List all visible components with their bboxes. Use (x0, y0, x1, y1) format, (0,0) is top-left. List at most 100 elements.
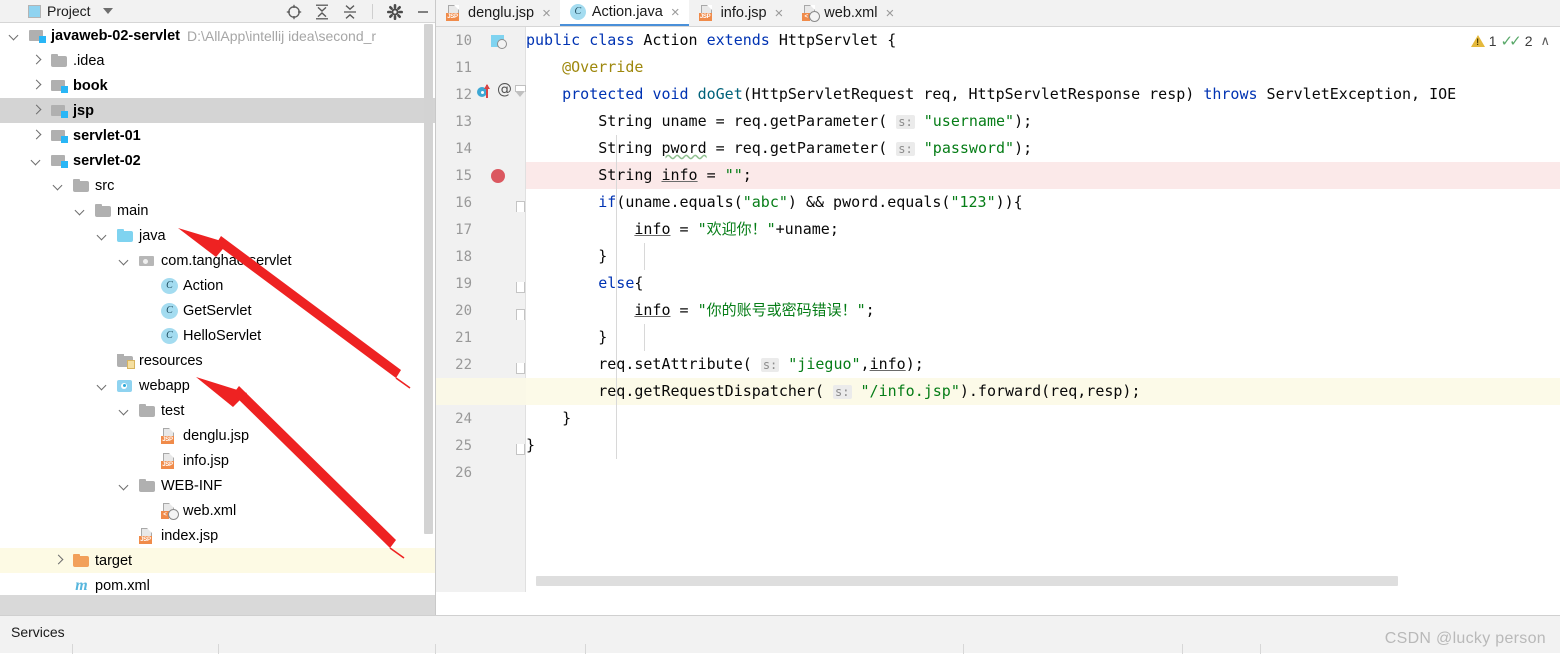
gutter-line[interactable]: 14 (436, 135, 526, 162)
tree-node-getservlet[interactable]: CGetServlet (0, 298, 435, 323)
tree-node-denglu-jsp[interactable]: JSPdenglu.jsp (0, 423, 435, 448)
tree-node-servlet-02[interactable]: servlet-02 (0, 148, 435, 173)
chevron-down-icon[interactable] (8, 29, 21, 42)
close-icon[interactable]: × (542, 6, 551, 21)
project-tree-scrollbar-thumb[interactable] (424, 24, 433, 534)
editor-tab-info-jsp[interactable]: JSPinfo.jsp× (689, 0, 793, 26)
gutter-line[interactable]: 11 (436, 54, 526, 81)
code-editor[interactable]: 1011121314151617181920212223242526 @ (436, 27, 1560, 592)
chevron-down-icon[interactable] (74, 204, 87, 217)
gear-icon[interactable] (387, 4, 403, 20)
gutter-line[interactable]: 25 (436, 432, 526, 459)
close-icon[interactable]: × (775, 6, 784, 21)
annotation-gutter-icon[interactable]: @ (497, 80, 512, 98)
chevron-down-icon[interactable] (118, 479, 131, 492)
tree-node-src[interactable]: src (0, 173, 435, 198)
tree-node--idea[interactable]: .idea (0, 48, 435, 73)
tree-node-helloservlet[interactable]: CHelloServlet (0, 323, 435, 348)
gutter-line[interactable]: 17 (436, 216, 526, 243)
web-mapping-icon[interactable] (491, 35, 507, 49)
project-tree-scrollbar[interactable] (423, 24, 434, 614)
services-tool-window-button[interactable]: Services (11, 624, 65, 640)
tree-node-target[interactable]: target (0, 548, 435, 573)
chevron-down-icon[interactable] (52, 179, 65, 192)
code-line-24[interactable]: } (526, 405, 571, 432)
code-line-19[interactable]: else{ (526, 270, 643, 297)
tree-node-main[interactable]: main (0, 198, 435, 223)
code-line-22[interactable]: req.setAttribute( s: "jieguo",info); (526, 351, 924, 378)
tree-node-book[interactable]: book (0, 73, 435, 98)
project-tree[interactable]: javaweb-02-servletD:\AllApp\intellij ide… (0, 23, 435, 615)
code-line-10[interactable]: public class Action extends HttpServlet … (526, 27, 896, 54)
chevron-down-icon[interactable] (96, 229, 109, 242)
gutter-line[interactable]: 19 (436, 270, 526, 297)
gutter-line[interactable]: 18 (436, 243, 526, 270)
gutter-line[interactable]: 21 (436, 324, 526, 351)
gutter-line[interactable]: 24 (436, 405, 526, 432)
tree-node-action[interactable]: CAction (0, 273, 435, 298)
overriding-method-icon[interactable] (477, 84, 493, 100)
chevron-right-icon[interactable] (30, 104, 43, 117)
chevron-right-icon[interactable] (30, 79, 43, 92)
tree-node-com-tanghao-servlet[interactable]: com.tanghao.servlet (0, 248, 435, 273)
editor-gutter[interactable]: 1011121314151617181920212223242526 (436, 27, 526, 592)
code-line-17[interactable]: info = "欢迎你！"+uname; (526, 216, 839, 243)
gutter-line[interactable]: 10 (436, 27, 526, 54)
fold-marker-line-19[interactable] (516, 309, 525, 320)
chevron-right-icon[interactable] (30, 129, 43, 142)
tree-node-javaweb-02-servlet[interactable]: javaweb-02-servletD:\AllApp\intellij ide… (0, 23, 435, 48)
close-icon[interactable]: × (885, 6, 894, 21)
expand-all-icon[interactable] (314, 4, 330, 20)
chevron-down-icon[interactable] (103, 8, 113, 14)
tree-node-java[interactable]: java (0, 223, 435, 248)
gutter-line[interactable]: 22 (436, 351, 526, 378)
tree-node-info-jsp[interactable]: JSPinfo.jsp (0, 448, 435, 473)
editor-tab-denglu-jsp[interactable]: JSPdenglu.jsp× (436, 0, 560, 26)
inspection-widget[interactable]: 1 ✓✓ 2 ∧ (1471, 33, 1550, 49)
chevron-down-icon[interactable] (118, 404, 131, 417)
minimize-icon[interactable] (415, 4, 431, 20)
fold-marker-line-18[interactable] (516, 282, 525, 293)
gutter-line[interactable]: 13 (436, 108, 526, 135)
close-icon[interactable]: × (671, 5, 680, 20)
tree-node-test[interactable]: test (0, 398, 435, 423)
chevron-down-icon[interactable] (30, 154, 43, 167)
gutter-line[interactable]: 15 (436, 162, 526, 189)
project-title-group[interactable]: Project (28, 3, 113, 19)
tree-node-jsp[interactable]: jsp (0, 98, 435, 123)
chevron-down-icon[interactable] (118, 254, 131, 267)
gutter-line[interactable]: 20 (436, 297, 526, 324)
code-line-20[interactable]: info = "你的账号或密码错误！"; (526, 297, 875, 324)
fold-marker-line-16[interactable] (516, 201, 525, 212)
tree-node-servlet-01[interactable]: servlet-01 (0, 123, 435, 148)
tree-node-resources[interactable]: resources (0, 348, 435, 373)
editor-tab-bar[interactable]: JSPdenglu.jsp×CAction.java×JSPinfo.jsp×<… (436, 0, 1560, 27)
editor-tab-web-xml[interactable]: <web.xml× (792, 0, 903, 26)
chevron-right-icon[interactable] (30, 54, 43, 67)
tree-node-web-xml[interactable]: <web.xml (0, 498, 435, 523)
editor-tab-action-java[interactable]: CAction.java× (560, 0, 689, 26)
fold-marker-line-21[interactable] (516, 363, 525, 374)
code-line-21[interactable]: } (526, 324, 607, 351)
collapse-inspections-icon[interactable]: ∧ (1540, 33, 1550, 49)
chevron-right-icon[interactable] (52, 554, 65, 567)
locate-icon[interactable] (286, 4, 302, 20)
code-line-16[interactable]: if(uname.equals("abc") && pword.equals("… (526, 189, 1023, 216)
code-line-15[interactable]: String info = ""; (526, 162, 752, 189)
tree-node-web-inf[interactable]: WEB-INF (0, 473, 435, 498)
gutter-line[interactable]: 26 (436, 459, 526, 486)
gutter-line[interactable]: 16 (436, 189, 526, 216)
editor-horizontal-scrollbar-thumb[interactable] (536, 576, 1398, 586)
fold-marker-line-12[interactable] (515, 85, 526, 98)
chevron-down-icon[interactable] (96, 379, 109, 392)
collapse-all-icon[interactable] (342, 4, 358, 20)
editor-horizontal-scrollbar[interactable] (526, 575, 1560, 587)
fold-marker-line-24[interactable] (516, 444, 525, 455)
code-line-12[interactable]: protected void doGet(HttpServletRequest … (526, 81, 1456, 108)
code-line-13[interactable]: String uname = req.getParameter( s: "use… (526, 108, 1032, 135)
tree-node-index-jsp[interactable]: JSPindex.jsp (0, 523, 435, 548)
code-line-23[interactable]: req.getRequestDispatcher( s: "/info.jsp"… (526, 378, 1141, 405)
code-line-25[interactable]: } (526, 432, 535, 459)
breakpoint-icon[interactable] (491, 169, 505, 183)
tree-node-webapp[interactable]: webapp (0, 373, 435, 398)
